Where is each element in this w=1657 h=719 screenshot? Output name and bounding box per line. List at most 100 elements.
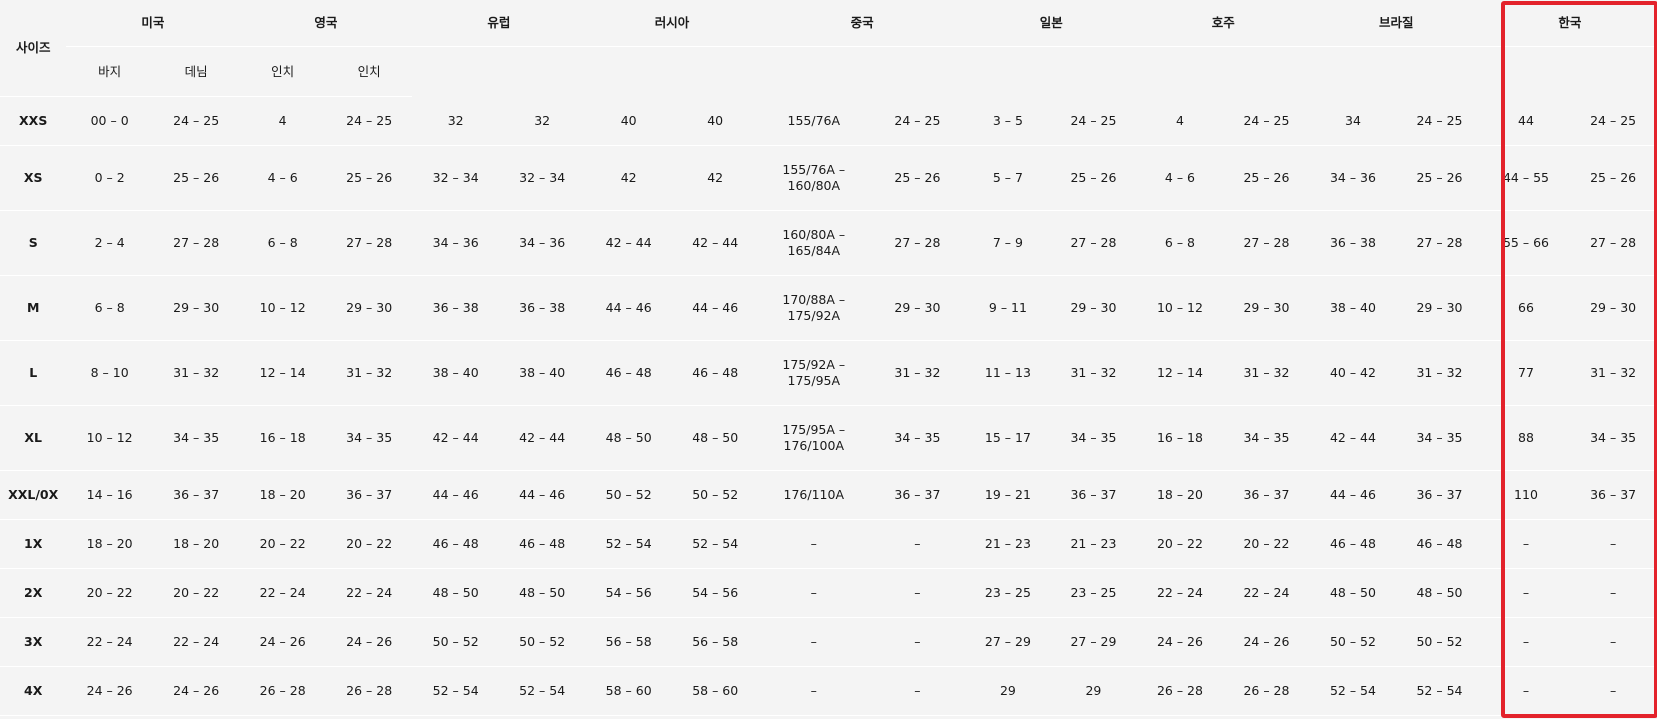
table-cell: 16 – 18 — [1136, 405, 1224, 471]
cell-value: – — [1522, 585, 1530, 600]
cell-value: 26 – 28 — [1243, 683, 1290, 698]
cell-value: 25 – 26 — [1070, 170, 1117, 185]
table-cell: 14 – 16 — [66, 470, 153, 520]
table-cell: 21 – 23 — [965, 519, 1051, 569]
table-cell: 34 – 35 — [1223, 405, 1310, 471]
table-cell: 50 – 52 — [585, 470, 672, 520]
cell-value: 46 – 48 — [1416, 536, 1463, 551]
table-cell: 176/110A — [758, 470, 870, 520]
country-japan: 일본 — [965, 0, 1137, 47]
table-cell: 12 – 14 — [239, 340, 326, 406]
table-cell: 27 – 28 — [1396, 210, 1483, 276]
table-cell: 24 – 26 — [239, 617, 326, 667]
table-cell: 29 – 30 — [325, 275, 413, 341]
table-cell: 10 – 12 — [66, 405, 153, 471]
table-cell: 4 – 6 — [1136, 145, 1224, 211]
table-cell: 4 — [239, 96, 326, 146]
table-cell: 48 – 50 — [1396, 568, 1483, 618]
table-cell: – — [1482, 617, 1570, 667]
table-cell: 26 – 28 — [239, 666, 326, 716]
table-cell: 58 – 60 — [671, 666, 759, 716]
table-cell: 22 – 24 — [1136, 568, 1224, 618]
table-cell: 54 – 56 — [671, 568, 759, 618]
table-cell: – — [1482, 666, 1570, 716]
cell-value: 36 – 37 — [1243, 487, 1290, 502]
cell-value: 175/95A – 176/100A — [782, 422, 846, 453]
cell-value: 24 – 25 — [1416, 112, 1463, 128]
table-cell: – — [1569, 617, 1657, 667]
table-cell: 27 – 28 — [1223, 210, 1310, 276]
cell-value: 32 — [534, 112, 551, 128]
cell-value: 27 – 28 — [894, 235, 941, 250]
cell-value: 34 – 35 — [346, 430, 393, 445]
table-cell: 24 – 25 — [1569, 96, 1657, 146]
cell-value: 26 – 28 — [346, 683, 393, 698]
cell-value: 22 – 24 — [346, 585, 393, 600]
cell-value: 66 — [1518, 300, 1534, 315]
table-cell: 20 – 22 — [66, 568, 153, 618]
table-cell: 34 – 35 — [152, 405, 240, 471]
cell-value: 20 – 22 — [173, 585, 220, 600]
table-cell: 88 — [1482, 405, 1570, 471]
country-brazil: 브라질 — [1309, 0, 1483, 47]
cell-value: 52 – 54 — [1416, 683, 1463, 698]
table-cell: 50 – 52 — [412, 617, 499, 667]
cell-value: 42 — [707, 170, 724, 185]
size-label: XXL/0X — [0, 470, 67, 520]
table-cell: 34 – 35 — [1050, 405, 1137, 471]
cell-value: 00 – 0 — [90, 113, 129, 128]
cell-value: 50 – 52 — [432, 634, 479, 649]
cell-value: 29 – 30 — [346, 300, 393, 315]
table-row: 3X 22 – 24 22 – 24 24 – 26 24 – 26 50 – 52 50 … — [0, 617, 1657, 667]
cell-value: 31 – 32 — [894, 365, 941, 380]
cell-value: 36 – 37 — [894, 487, 941, 502]
subheader-empty — [869, 47, 966, 97]
cell-value: – — [810, 634, 817, 649]
cell-value: 34 – 35 — [1243, 430, 1290, 445]
cell-value: 31 – 32 — [346, 365, 393, 380]
table-cell: 50 – 52 — [1396, 617, 1483, 667]
table-cell: 40 — [585, 96, 672, 146]
table-cell: 10 – 12 — [1136, 275, 1224, 341]
cell-value: 52 – 54 — [692, 536, 739, 551]
cell-value: 155/76A – 160/80A — [782, 162, 846, 193]
cell-value: 36 – 37 — [1416, 487, 1463, 502]
subheader-empty — [1396, 47, 1483, 97]
cell-value: 24 – 25 — [346, 113, 393, 128]
table-cell: 22 – 24 — [152, 617, 240, 667]
table-cell: 25 – 26 — [1569, 145, 1657, 211]
cell-value: 48 – 50 — [692, 430, 739, 445]
cell-value: 52 – 54 — [432, 683, 479, 698]
cell-value: – — [914, 634, 921, 649]
table-cell: 36 – 37 — [1396, 470, 1483, 520]
table-cell: 42 – 44 — [412, 405, 499, 471]
cell-value: 16 – 18 — [259, 430, 306, 445]
table-cell: 44 — [1482, 96, 1570, 146]
cell-value: 54 – 56 — [692, 585, 739, 600]
table-cell: 36 – 37 — [1223, 470, 1310, 520]
cell-value: 27 – 28 — [173, 235, 220, 250]
table-cell: 26 – 28 — [1223, 666, 1310, 716]
table-cell: 24 – 26 — [66, 666, 153, 716]
cell-value: – — [810, 536, 817, 551]
size-label: M — [0, 275, 67, 341]
cell-value: 10 – 12 — [259, 300, 306, 315]
subheader-denim: 데님 — [152, 46, 240, 97]
cell-value: 42 – 44 — [519, 430, 566, 445]
cell-value: 16 – 18 — [1156, 430, 1203, 445]
table-cell: 26 – 28 — [325, 666, 413, 716]
cell-value: 24 – 25 — [1070, 112, 1117, 128]
table-cell: 29 — [965, 666, 1051, 716]
cell-value: 48 – 50 — [519, 585, 566, 600]
cell-value: 27 – 28 — [346, 235, 393, 250]
table-cell: – — [869, 666, 966, 716]
table-cell: 31 – 32 — [1569, 340, 1657, 406]
cell-value: 52 – 54 — [605, 536, 652, 551]
table-cell: – — [869, 519, 966, 569]
cell-value: 34 – 35 — [894, 430, 941, 445]
cell-value: – — [1609, 585, 1617, 600]
table-cell: 66 — [1482, 275, 1570, 341]
table-cell: 46 – 48 — [671, 340, 759, 406]
table-cell: 160/80A – 165/84A — [758, 210, 870, 276]
table-cell: 22 – 24 — [66, 617, 153, 667]
